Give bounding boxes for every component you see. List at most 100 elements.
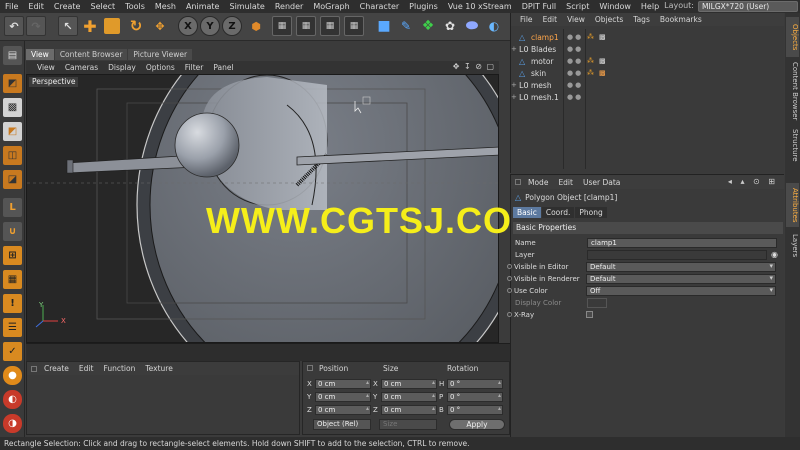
viewport-menu-display[interactable]: Display (103, 63, 141, 72)
viewport-menu-view[interactable]: View (32, 63, 60, 72)
side-tab-layers[interactable]: Layers (786, 231, 799, 261)
size-y-field[interactable]: 0 cm (381, 391, 437, 402)
use-color-select[interactable]: Off (586, 285, 776, 296)
phong-tag-icon[interactable]: ⁂ (587, 57, 594, 65)
edges-mode-icon[interactable]: ◪ (3, 170, 22, 189)
phong-tag-icon[interactable]: ⁂ (587, 69, 594, 77)
tab-phong[interactable]: Phong (575, 207, 607, 218)
coord-mode-select[interactable]: Object (Rel) (313, 419, 371, 430)
object-name[interactable]: clamp1 (531, 33, 571, 42)
side-tab-attributes[interactable]: Attributes (786, 183, 799, 227)
object-menu-bookmarks[interactable]: Bookmarks (655, 15, 707, 24)
x-axis-lock-button[interactable]: X (178, 16, 198, 36)
workplane-icon[interactable]: ▦ (3, 270, 22, 289)
snap-icon[interactable]: ⊞ (3, 246, 22, 265)
viewport-nav-icons[interactable]: ✥ ↧ ⊘ ▢ (453, 62, 495, 71)
object-name[interactable]: mesh.1 (531, 93, 571, 102)
menu-mograph[interactable]: MoGraph (308, 2, 354, 11)
scale-tool-icon[interactable] (104, 18, 120, 34)
tab-content-browser[interactable]: Content Browser (54, 49, 128, 60)
object-name[interactable]: Blades (531, 45, 571, 54)
coordinate-system-icon[interactable]: ⬢ (246, 16, 266, 36)
material-menu-create[interactable]: Create (39, 364, 74, 373)
tab-view[interactable]: View (26, 49, 54, 60)
redo-icon[interactable]: ↷ (26, 16, 46, 36)
panel-grip-icon[interactable] (31, 365, 37, 372)
make-editable-icon[interactable]: ▤ (3, 46, 22, 65)
object-menu-objects[interactable]: Objects (590, 15, 628, 24)
size-mode-select[interactable]: Size (379, 419, 437, 430)
viewport-menu-options[interactable]: Options (141, 63, 180, 72)
attr-menu-edit[interactable]: Edit (553, 178, 578, 187)
menu-character[interactable]: Character (355, 2, 405, 11)
camera-icon[interactable]: ◐ (484, 16, 504, 36)
timeline-strip[interactable] (26, 343, 510, 361)
object-name[interactable]: mesh (531, 81, 571, 90)
size-z-field[interactable]: 0 cm (381, 404, 437, 415)
object-row-mesh[interactable]: + L0 mesh ●● (511, 79, 785, 91)
texture-mode-icon[interactable]: ▩ (3, 98, 22, 117)
history-arrows-icon[interactable]: ◂ ▴ ⊙ ⊞ (728, 177, 778, 186)
tweak-mode-icon[interactable]: ∪ (3, 222, 22, 241)
edit-render-settings-icon[interactable]: ▦ (344, 16, 364, 36)
menu-script[interactable]: Script (561, 2, 594, 11)
rot-p-field[interactable]: 0 ° (447, 391, 503, 402)
menu-dpit[interactable]: DPIT Full (517, 2, 561, 11)
animate-radio[interactable] (507, 264, 512, 269)
menu-vue[interactable]: Vue 10 xStream (443, 2, 517, 11)
menu-tools[interactable]: Tools (120, 2, 150, 11)
animate-radio[interactable] (507, 276, 512, 281)
viewport-menu-cameras[interactable]: Cameras (60, 63, 103, 72)
display-color-swatch[interactable] (587, 297, 607, 308)
object-menu-edit[interactable]: Edit (538, 15, 563, 24)
visibility-dots[interactable]: ●● (567, 81, 583, 89)
menu-help[interactable]: Help (636, 2, 664, 11)
attr-menu-mode[interactable]: Mode (523, 178, 553, 187)
menu-animate[interactable]: Animate (181, 2, 225, 11)
material-menu-texture[interactable]: Texture (140, 364, 177, 373)
layout-select[interactable]: MILGX*720 (User) (698, 1, 798, 12)
expand-icon[interactable]: + (511, 93, 519, 101)
object-name[interactable]: skin (531, 69, 571, 78)
object-row-motor[interactable]: △ motor ●● ⁂ ▩ (511, 55, 785, 67)
attr-menu-user-data[interactable]: User Data (578, 178, 625, 187)
tab-basic[interactable]: Basic (513, 207, 541, 218)
move-tool-icon[interactable]: ✚ (80, 16, 100, 36)
pen-spline-icon[interactable]: ✎ (396, 16, 416, 36)
menu-select[interactable]: Select (85, 2, 120, 11)
pos-z-field[interactable]: 0 cm (315, 404, 371, 415)
object-menu-tags[interactable]: Tags (628, 15, 655, 24)
visibility-dots[interactable]: ●● (567, 93, 583, 101)
texture-tag-icon[interactable]: ▩ (599, 57, 606, 65)
menu-mesh[interactable]: Mesh (150, 2, 181, 11)
object-row-mesh-1[interactable]: + L0 mesh.1 ●● (511, 91, 785, 103)
menu-render[interactable]: Render (270, 2, 308, 11)
pos-x-field[interactable]: 0 cm (315, 378, 371, 389)
menu-edit[interactable]: Edit (23, 2, 49, 11)
rot-h-field[interactable]: 0 ° (447, 378, 503, 389)
object-row-skin[interactable]: △ skin ●● ⁂ ▩ (511, 67, 785, 79)
select-arrow-icon[interactable]: ↖ (58, 16, 78, 36)
soft-selection-icon[interactable]: ☰ (3, 318, 22, 337)
animate-radio[interactable] (507, 288, 512, 293)
visible-renderer-select[interactable]: Default (586, 273, 776, 284)
side-tab-objects[interactable]: Objects (786, 17, 799, 57)
locked-workplane-icon[interactable]: ! (3, 294, 22, 313)
side-tab-content-browser[interactable]: Content Browser (786, 61, 799, 121)
points-mode-icon[interactable]: ◫ (3, 146, 22, 165)
recent-tool-icon[interactable]: ✥ (150, 16, 170, 36)
menu-file[interactable]: File (0, 2, 23, 11)
visibility-dots[interactable]: ●● (567, 33, 583, 41)
cube-primitive-icon[interactable]: ■ (374, 16, 394, 36)
menu-window[interactable]: Window (594, 2, 636, 11)
object-menu-file[interactable]: File (515, 15, 538, 24)
render-picture-viewer-icon[interactable]: ▦ (296, 16, 316, 36)
model-mode-icon[interactable]: ◩ (3, 74, 22, 93)
tab-coord[interactable]: Coord. (541, 207, 575, 218)
tab-picture-viewer[interactable]: Picture Viewer (128, 49, 193, 60)
environment-icon[interactable]: ⬬ (462, 16, 482, 36)
material-menu-edit[interactable]: Edit (74, 364, 99, 373)
animate-radio[interactable] (507, 312, 512, 317)
visibility-dots[interactable]: ●● (567, 69, 583, 77)
visibility-dots[interactable]: ●● (567, 45, 583, 53)
